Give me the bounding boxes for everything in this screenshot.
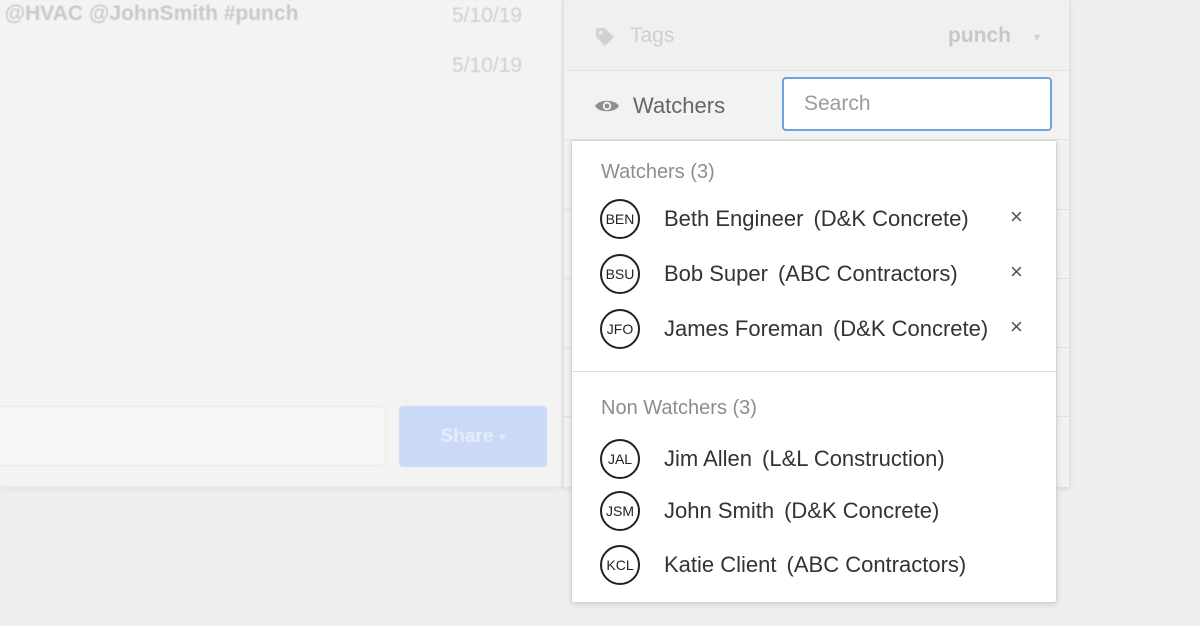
avatar: JSM [600,491,640,531]
non-watcher-company: (ABC Contractors) [786,552,967,577]
comment-date: 5/10/19 [452,4,523,27]
watcher-company: (D&K Concrete) [832,316,989,341]
watcher-name: James Foreman [664,316,823,341]
watcher-row[interactable]: BSU Bob Super (ABC Contractors) × [600,254,1040,300]
avatar: JAL [600,439,640,479]
divider [572,371,1056,372]
tags-label: Tags [630,24,675,47]
eye-icon [595,100,619,112]
avatar: KCL [600,545,640,585]
non-watcher-name: Jim Allen [664,446,753,471]
chevron-down-icon: ▾ [499,429,506,444]
search-input[interactable] [782,77,1052,131]
tags-row[interactable]: Tags punch ▾ [564,0,1069,71]
watcher-row[interactable]: JFO James Foreman (D&K Concrete) × [600,309,1040,355]
non-watcher-row[interactable]: JSM John Smith (D&K Concrete) [600,491,1040,537]
comment-text: g @HVAC @JohnSmith #punch [0,2,299,25]
non-watcher-row[interactable]: JAL Jim Allen (L&L Construction) [600,439,1040,485]
watchers-label: Watchers [633,93,726,118]
comment-date: 5/10/19 [452,54,523,77]
watcher-name: Beth Engineer [664,206,804,231]
tag-icon [596,28,614,46]
watcher-row[interactable]: BEN Beth Engineer (D&K Concrete) × [600,199,1040,245]
tags-value[interactable]: punch [948,24,1011,48]
chevron-down-icon[interactable]: ▾ [1034,30,1040,44]
remove-watcher-button[interactable]: × [1010,205,1023,229]
non-watcher-company: (L&L Construction) [762,446,945,471]
watcher-company: (ABC Contractors) [777,261,958,286]
non-watcher-company: (D&K Concrete) [784,498,940,523]
watcher-name: Bob Super [664,261,768,286]
avatar: JFO [600,309,640,349]
watchers-row: Watchers [564,71,1069,140]
remove-watcher-button[interactable]: × [1010,260,1023,284]
non-watcher-name: John Smith [664,498,775,523]
watchers-dropdown: Watchers (3) BEN Beth Engineer (D&K Concr… [571,140,1057,603]
share-label: Share [440,425,494,447]
watchers-group-title: Watchers (3) [601,161,715,183]
watcher-company: (D&K Concrete) [813,206,969,231]
non-watcher-row[interactable]: KCL Katie Client (ABC Contractors) [600,545,1040,591]
avatar: BEN [600,199,640,239]
comments-panel: g @HVAC @JohnSmith #punch 5/10/19 5/10/1… [0,0,562,487]
non-watcher-name: Katie Client [664,552,777,577]
share-button[interactable]: Share ▾ [399,406,547,467]
non-watchers-group-title: Non Watchers (3) [601,397,757,419]
comment-input[interactable] [0,406,386,466]
remove-watcher-button[interactable]: × [1010,315,1023,339]
avatar: BSU [600,254,640,294]
